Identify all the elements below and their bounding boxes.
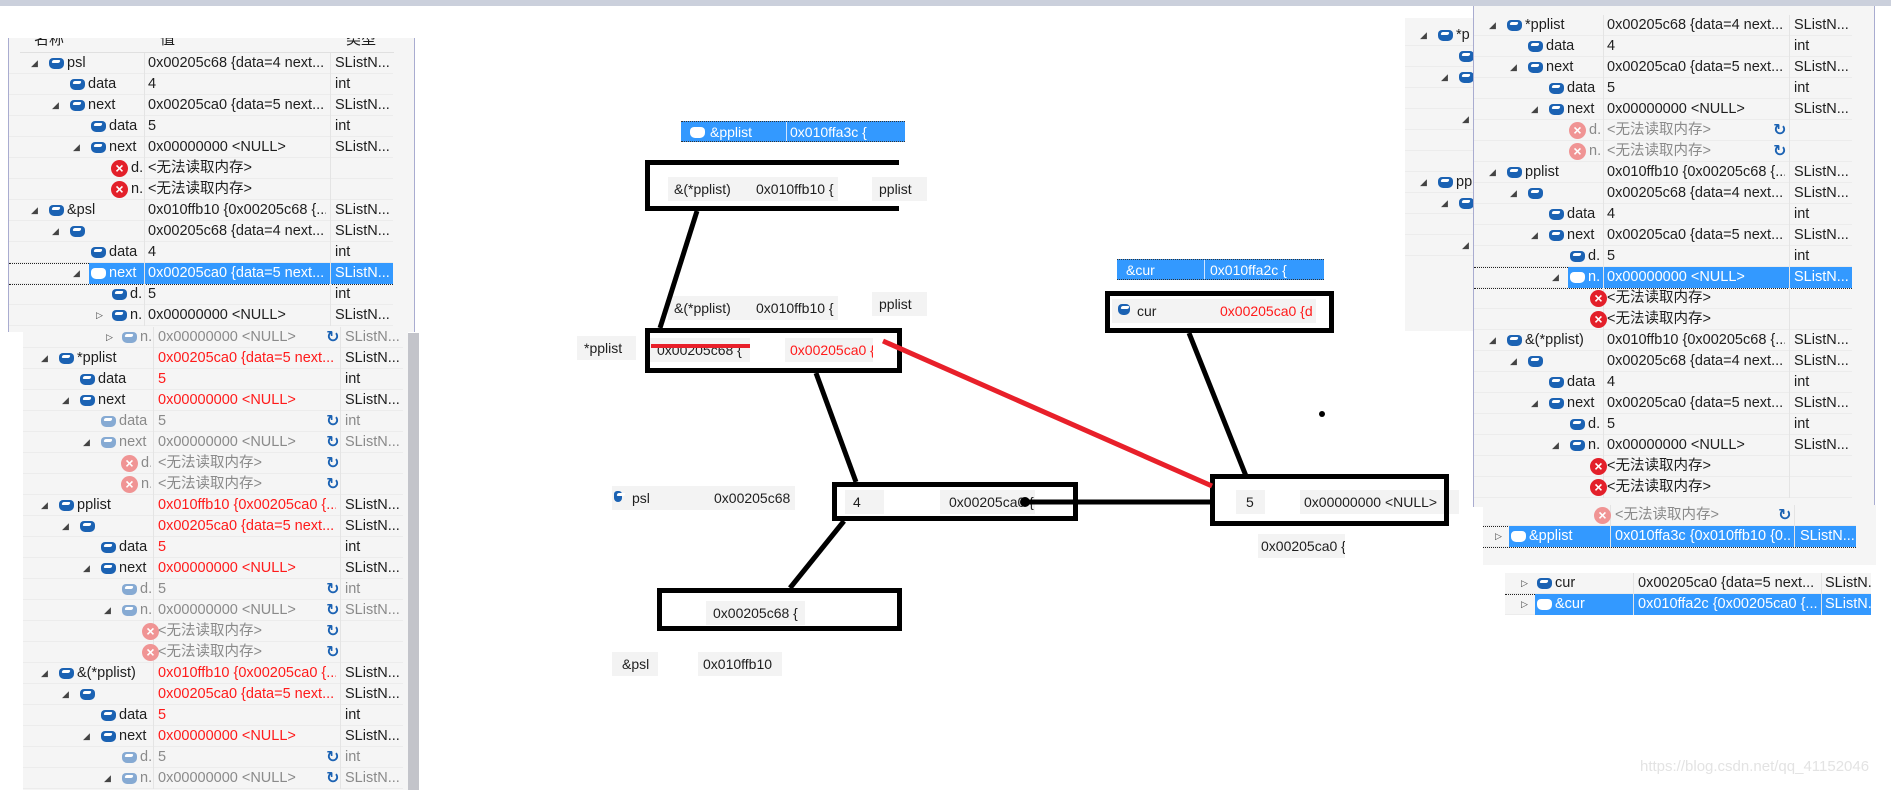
link-start-dot bbox=[1020, 497, 1030, 507]
diagram-lines bbox=[651, 210, 1325, 590]
stray-dot bbox=[1319, 411, 1325, 417]
watermark: https://blog.csdn.net/qq_41152046 bbox=[1640, 758, 1870, 775]
link-star-pplist-to-node1 bbox=[813, 372, 859, 483]
link-pplist-to-star-pplist bbox=[657, 210, 700, 329]
link-star-pplist-new-to-node2 bbox=[881, 338, 1214, 489]
link-cur-to-node2 bbox=[1186, 332, 1249, 477]
link-node1-to-psl bbox=[788, 519, 846, 590]
